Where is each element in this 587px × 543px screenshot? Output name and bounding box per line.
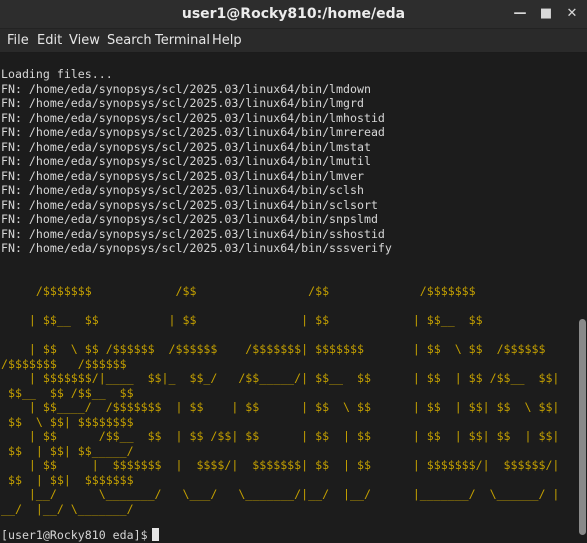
maximize-icon[interactable]: ■ bbox=[536, 4, 556, 24]
terminal-output-area[interactable]: Loading files... FN: /home/eda/synopsys/… bbox=[0, 54, 578, 543]
output-line: Loading files... bbox=[1, 67, 113, 81]
output-line: FN: /home/eda/synopsys/scl/2025.03/linux… bbox=[1, 212, 378, 226]
output-line: FN: /home/eda/synopsys/scl/2025.03/linux… bbox=[1, 110, 385, 125]
banner-line: __/ |__/ \_______/ bbox=[1, 501, 134, 516]
output-line: FN: /home/eda/synopsys/scl/2025.03/linux… bbox=[1, 154, 371, 168]
menu-bar: File Edit View Search Terminal Help bbox=[0, 29, 587, 53]
banner-line: |__/ \_______/ \___/ \_______/|__/ |__/ … bbox=[1, 487, 560, 501]
window-title: user1@Rocky810:/home/eda bbox=[181, 6, 406, 22]
output-line: FN: /home/eda/synopsys/scl/2025.03/linux… bbox=[1, 183, 364, 197]
close-icon[interactable]: ✕ bbox=[562, 4, 582, 24]
output-line: FN: /home/eda/synopsys/scl/2025.03/linux… bbox=[1, 168, 364, 183]
output-line: FN: /home/eda/synopsys/scl/2025.03/linux… bbox=[1, 241, 392, 255]
banner-line: $$__ $$ /$$__ $$ bbox=[1, 385, 134, 400]
menu-edit[interactable]: Edit bbox=[37, 33, 62, 48]
output-line: FN: /home/eda/synopsys/scl/2025.03/linux… bbox=[1, 139, 371, 154]
output-line: FN: /home/eda/synopsys/scl/2025.03/linux… bbox=[1, 197, 378, 212]
banner-line: | $$ /$$__ $$ | $$ /$$| $$ | $$ | $$ | $… bbox=[1, 429, 560, 443]
banner-line: $$ | $$| $$$$$$$ bbox=[1, 472, 134, 487]
output-line: FN: /home/eda/synopsys/scl/2025.03/linux… bbox=[1, 125, 385, 139]
menu-terminal[interactable]: Terminal bbox=[155, 33, 210, 48]
minimize-icon[interactable]: — bbox=[510, 4, 530, 24]
text-cursor bbox=[151, 528, 159, 541]
terminal-window: user1@Rocky810:/home/eda — ■ ✕ File Edit… bbox=[0, 0, 587, 543]
menu-search[interactable]: Search bbox=[107, 33, 152, 48]
banner-line: /$$$$$$$ /$$$$$$ bbox=[1, 356, 127, 371]
output-line: FN: /home/eda/synopsys/scl/2025.03/linux… bbox=[1, 96, 364, 110]
menu-file[interactable]: File bbox=[7, 33, 29, 48]
shell-prompt-line[interactable]: [user1@Rocky810 eda]$ bbox=[1, 528, 159, 542]
banner-line: | $$ | $$$$$$$ | $$$$/| $$$$$$$| $$ | $$… bbox=[1, 458, 560, 472]
banner-line: /$$$$$$$ /$$ /$$ /$$$$$$$ bbox=[1, 284, 476, 298]
banner-line: | $$ \ $$ /$$$$$$ /$$$$$$ /$$$$$$$| $$$$… bbox=[1, 342, 546, 356]
menu-help[interactable]: Help bbox=[212, 33, 242, 48]
banner-line: $$ | $$| $$_____/ bbox=[1, 443, 134, 458]
title-bar[interactable]: user1@Rocky810:/home/eda — ■ ✕ bbox=[0, 0, 587, 29]
shell-prompt: [user1@Rocky810 eda]$ bbox=[1, 528, 148, 542]
scrollbar-thumb[interactable] bbox=[579, 319, 586, 535]
menu-view[interactable]: View bbox=[69, 33, 100, 48]
output-line: FN: /home/eda/synopsys/scl/2025.03/linux… bbox=[1, 226, 385, 241]
banner-line: $$ \ $$| $$$$$$$$ bbox=[1, 414, 134, 429]
vertical-scrollbar[interactable] bbox=[578, 54, 587, 543]
banner-line: | $$____/ /$$$$$$$ | $$ | $$ | $$ \ $$ |… bbox=[1, 400, 560, 414]
banner-line: | $$__ $$ | $$ | $$ | $$__ $$ bbox=[1, 313, 483, 327]
banner-line: | $$$$$$$/|____ $$|_ $$_/ /$$_____/| $$_… bbox=[1, 371, 560, 385]
output-line: FN: /home/eda/synopsys/scl/2025.03/linux… bbox=[1, 81, 371, 96]
